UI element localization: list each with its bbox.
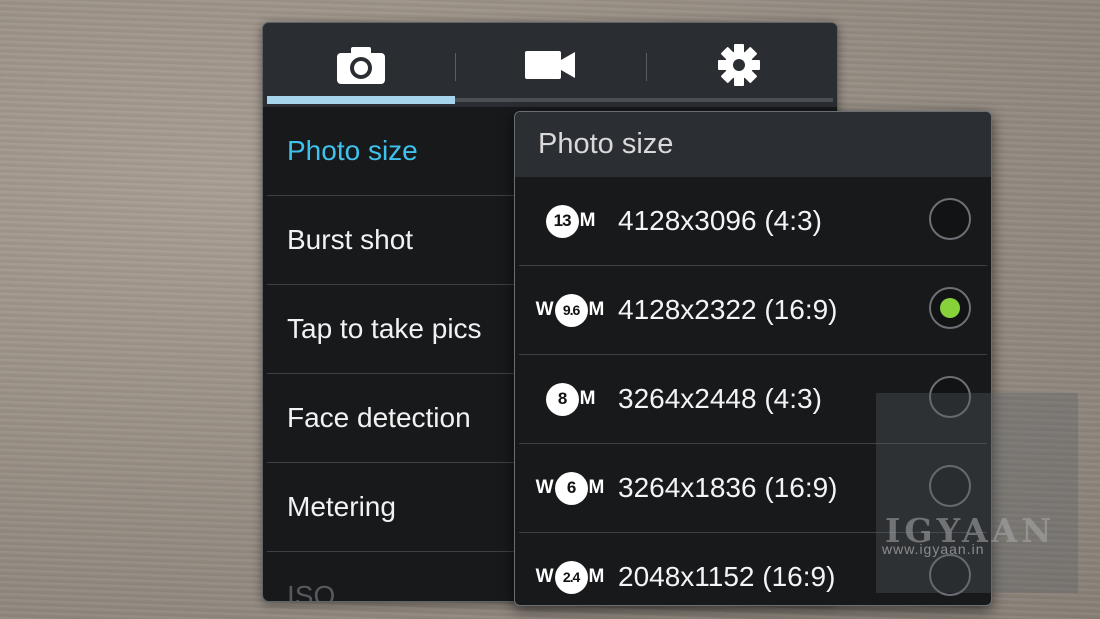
resolution-badge-icon: W 6 M	[533, 444, 607, 532]
badge-suffix: M	[588, 477, 605, 498]
settings-menu: Photo size Burst shot Tap to take pics F…	[267, 107, 519, 601]
resolution-badge-icon: W 2.4 M	[533, 533, 607, 605]
radio-button[interactable]	[929, 198, 971, 240]
photo-size-option[interactable]: 13 M 4128x3096 (4:3)	[519, 177, 987, 266]
badge-value: 13	[545, 204, 579, 238]
badge-suffix: M	[579, 210, 596, 231]
tab-video[interactable]	[455, 23, 645, 107]
resolution-badge-icon: 13 M	[533, 177, 607, 265]
radio-button[interactable]	[929, 465, 971, 507]
tab-indicator-track	[267, 96, 833, 104]
photo-size-option[interactable]: 8 M 3264x2448 (4:3)	[519, 355, 987, 444]
radio-button[interactable]	[929, 376, 971, 418]
resolution-badge-icon: 8 M	[533, 355, 607, 443]
gear-icon	[718, 44, 760, 86]
option-label: 4128x3096 (4:3)	[618, 205, 822, 236]
dialog-title: Photo size	[515, 112, 991, 177]
settings-tab-bar	[263, 23, 837, 107]
badge-value: 6	[554, 471, 588, 505]
option-label: 3264x1836 (16:9)	[618, 472, 838, 503]
menu-item-photo-size[interactable]: Photo size	[267, 107, 519, 196]
radio-button-selected[interactable]	[929, 287, 971, 329]
resolution-badge-icon: W 9.6 M	[533, 266, 607, 354]
menu-item-metering[interactable]: Metering	[267, 463, 519, 552]
menu-item-face-detection[interactable]: Face detection	[267, 374, 519, 463]
radio-button[interactable]	[929, 554, 971, 596]
badge-prefix: W	[535, 299, 554, 320]
tab-camera[interactable]	[267, 23, 455, 107]
badge-prefix: W	[535, 566, 554, 587]
radio-selected-dot	[940, 298, 960, 318]
menu-item-burst-shot[interactable]: Burst shot	[267, 196, 519, 285]
photo-size-option[interactable]: W 9.6 M 4128x2322 (16:9)	[519, 266, 987, 355]
watermark-url: www.igyaan.in	[882, 541, 985, 557]
option-label: 3264x2448 (4:3)	[618, 383, 822, 414]
badge-suffix: M	[588, 299, 605, 320]
option-label: 4128x2322 (16:9)	[618, 294, 838, 325]
badge-value: 8	[545, 382, 579, 416]
badge-value: 9.6	[554, 293, 588, 327]
badge-value: 2.4	[554, 560, 588, 594]
tab-active-indicator	[267, 96, 455, 104]
menu-item-tap-to-take-pics[interactable]: Tap to take pics	[267, 285, 519, 374]
option-label: 2048x1152 (16:9)	[618, 561, 836, 592]
tab-settings[interactable]	[645, 23, 833, 107]
camera-icon	[337, 47, 385, 84]
video-camera-icon	[525, 51, 575, 79]
menu-item-iso[interactable]: ISO	[267, 552, 519, 601]
badge-suffix: M	[588, 566, 605, 587]
badge-suffix: M	[579, 388, 596, 409]
badge-prefix: W	[535, 477, 554, 498]
